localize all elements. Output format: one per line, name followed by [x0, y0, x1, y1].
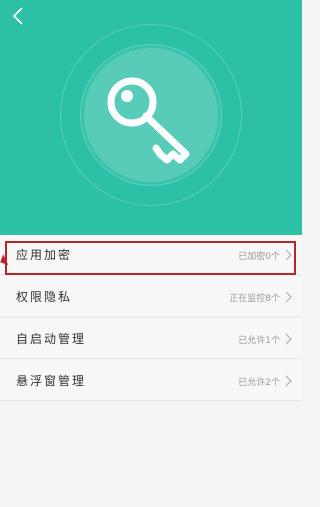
list-item-label: 应用加密 — [16, 248, 73, 262]
chevron-right-icon — [285, 333, 292, 345]
header — [0, 0, 302, 235]
list-item-status: 已加密0个 — [238, 252, 280, 262]
list-item-label: 权限隐私 — [16, 290, 73, 304]
list-item-status: 已允许2个 — [238, 378, 280, 388]
chevron-right-icon — [285, 291, 292, 303]
list-item-autostart[interactable]: 自启动管理 已允许1个 — [0, 319, 302, 359]
list-item-floating-window[interactable]: 悬浮窗管理 已允许2个 — [0, 361, 302, 401]
chevron-right-icon — [285, 375, 292, 387]
key-icon — [107, 77, 190, 164]
list-item-label: 悬浮窗管理 — [16, 374, 87, 388]
back-button[interactable] — [6, 4, 30, 28]
settings-list: 应用加密 已加密0个 权限隐私 正在监控8个 自启动管理 已允许1个 悬浮窗管理… — [0, 235, 302, 507]
chevron-left-icon — [12, 7, 23, 25]
list-item-app-encrypt[interactable]: 应用加密 已加密0个 — [0, 235, 302, 275]
list-item-permission-privacy[interactable]: 权限隐私 正在监控8个 — [0, 277, 302, 317]
chevron-right-icon — [285, 249, 292, 261]
list-item-status: 正在监控8个 — [229, 294, 280, 304]
list-item-status: 已允许1个 — [238, 336, 280, 346]
list-item-label: 自启动管理 — [16, 332, 87, 346]
